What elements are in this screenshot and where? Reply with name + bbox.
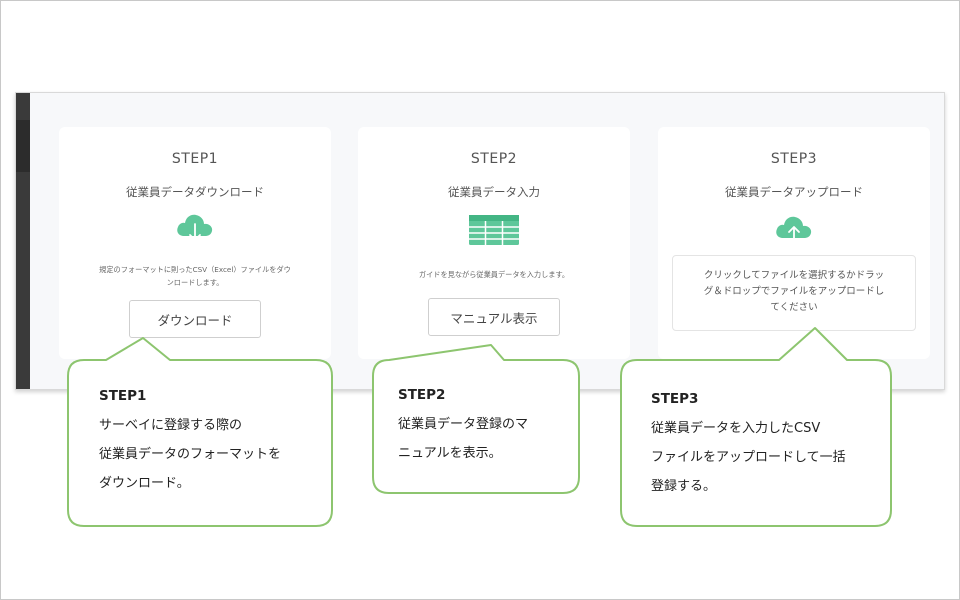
step2-card: STEP2 従業員データ入力 ガイドを見ながら従業員データを入力します。 マニュ… [358,127,630,359]
step1-description: 規定のフォーマットに則ったCSV（Excel）ファイルをダウ ンロードします。 [99,265,291,287]
manual-button[interactable]: マニュアル表示 [428,298,560,336]
step3-callout-text: STEP3 従業員データを入力したCSV ファイルをアップロードして一括 登録す… [651,385,846,501]
step2-subtitle: 従業員データ入力 [448,185,540,199]
step1-card: STEP1 従業員データダウンロード 規定のフォーマットに則ったCSV（Exce… [59,127,331,359]
step1-title: STEP1 [171,151,219,167]
cloud-download-icon [175,211,215,249]
step3-callout-heading: STEP3 [651,391,699,407]
sidebar [16,93,30,389]
step2-callout: STEP2 従業員データ登録のマ ニュアルを表示。 [371,343,583,495]
file-dropzone[interactable]: クリックしてファイルを選択するかドラッ グ＆ドロップでファイルをアップロードし … [672,255,916,331]
cloud-upload-icon [774,213,814,251]
step2-description: ガイドを見ながら従業員データを入力します。 [418,270,570,279]
step2-callout-heading: STEP2 [398,387,446,403]
step3-card: STEP3 従業員データアップロード クリックしてファイルを選択するかドラッ グ… [658,127,930,359]
step3-title: STEP3 [770,151,818,167]
sidebar-active-item[interactable] [16,120,30,172]
step1-callout-text: STEP1 サーベイに登録する際の 従業員データのフォーマットを ダウンロード。 [99,382,281,498]
step1-callout: STEP1 サーベイに登録する際の 従業員データのフォーマットを ダウンロード。 [66,336,334,528]
step1-subtitle: 従業員データダウンロード [126,185,264,199]
download-button[interactable]: ダウンロード [129,300,261,338]
table-icon [469,215,519,249]
step2-title: STEP2 [470,151,518,167]
step3-callout: STEP3 従業員データを入力したCSV ファイルをアップロードして一括 登録す… [619,326,893,528]
step1-callout-heading: STEP1 [99,388,147,404]
step3-subtitle: 従業員データアップロード [725,185,863,199]
step2-callout-text: STEP2 従業員データ登録のマ ニュアルを表示。 [398,381,528,468]
